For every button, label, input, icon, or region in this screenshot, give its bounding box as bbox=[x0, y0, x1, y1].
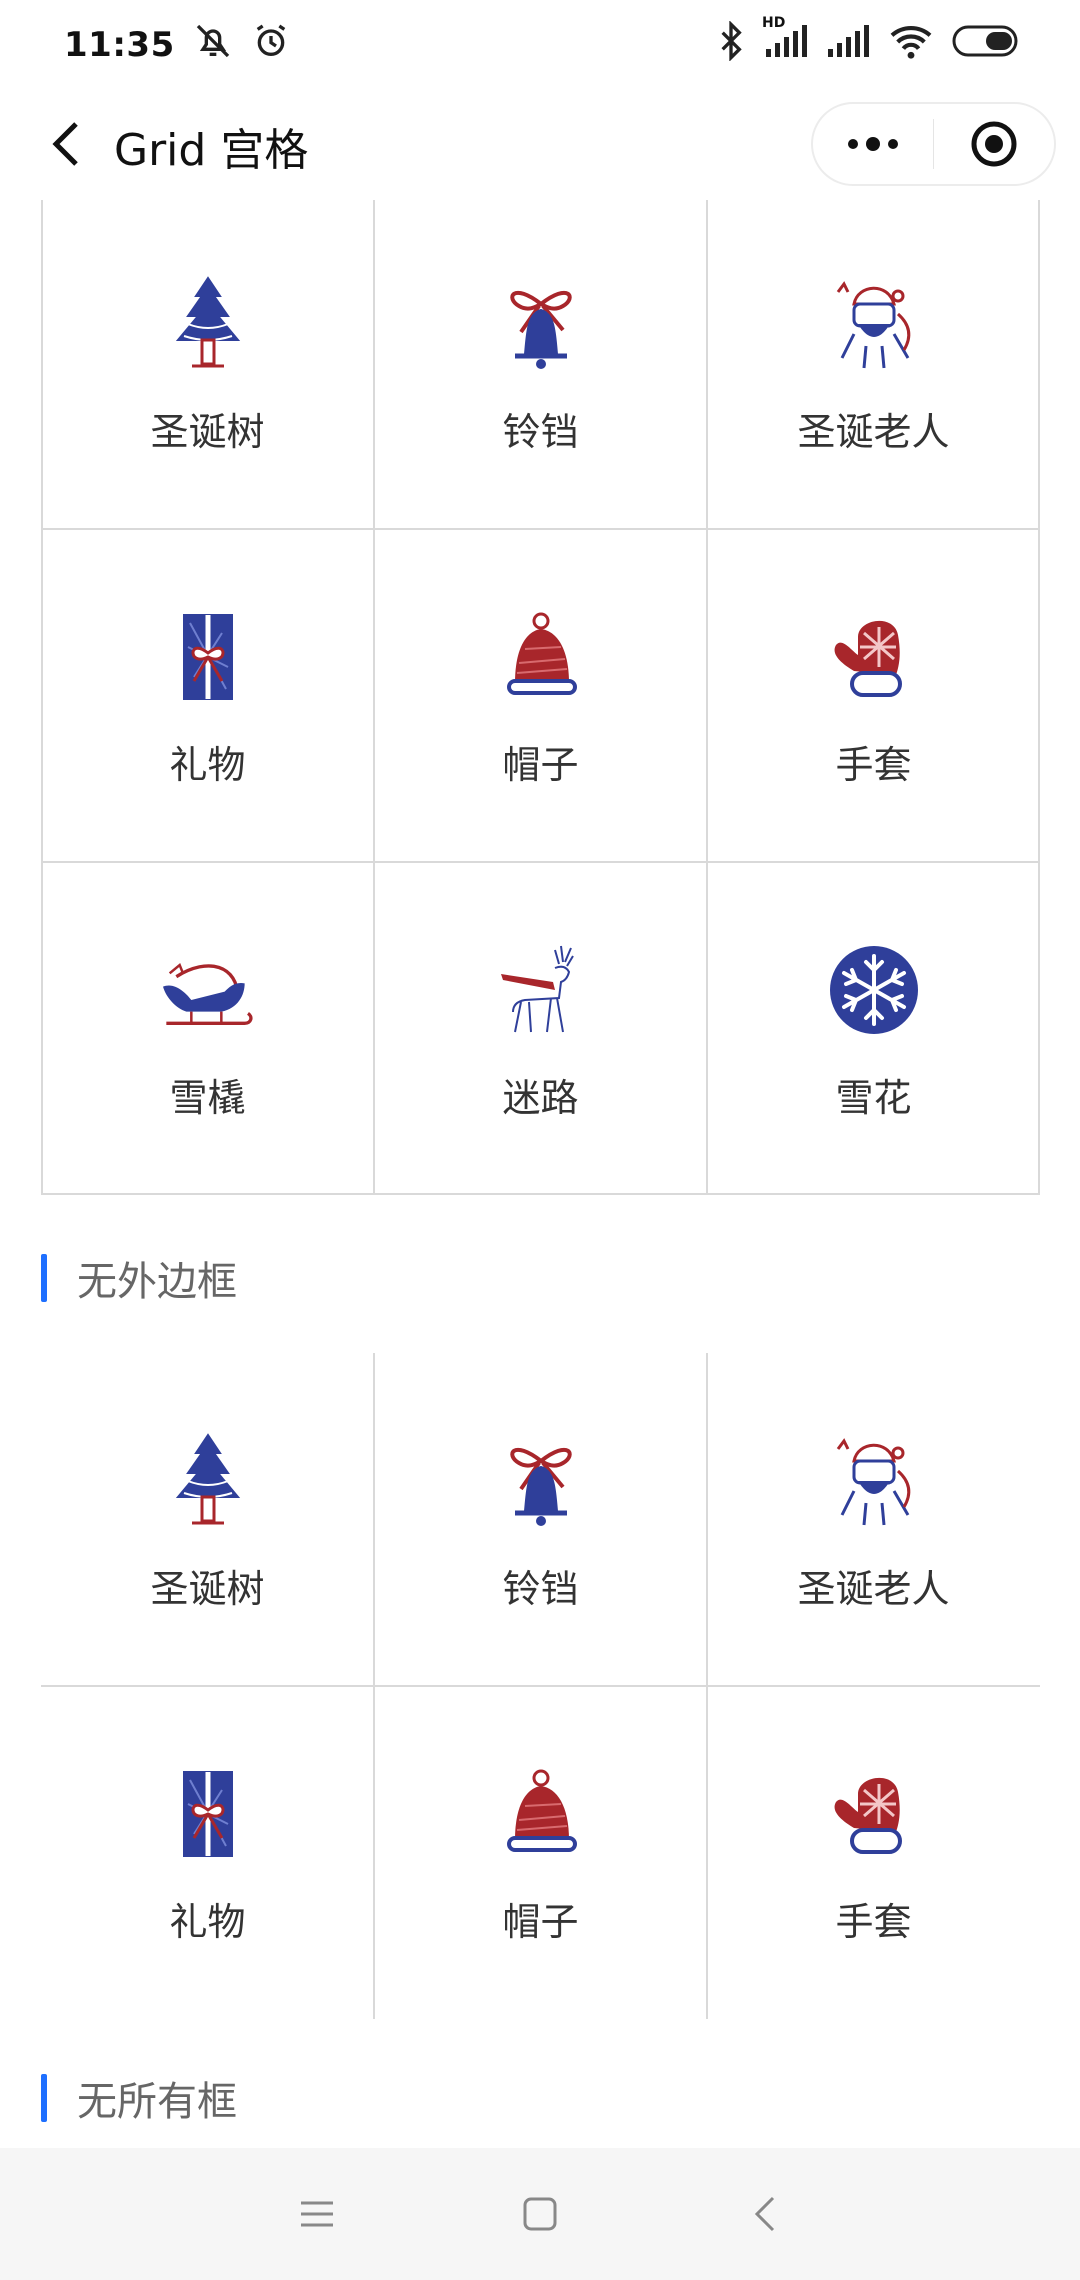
grid-item[interactable]: 帽子 bbox=[374, 529, 707, 862]
grid-item-label: 圣诞老人 bbox=[797, 1567, 950, 1611]
christmas-tree-icon bbox=[158, 274, 258, 374]
alarm-icon bbox=[251, 21, 291, 70]
grid-item[interactable]: 帽子 bbox=[374, 1686, 707, 2019]
home-square-icon bbox=[523, 2197, 557, 2231]
grid-item[interactable]: 铃铛 bbox=[374, 1353, 707, 1686]
snowflake-icon bbox=[824, 940, 924, 1040]
chevron-left-icon bbox=[754, 2196, 775, 2232]
record-circle-icon bbox=[971, 121, 1017, 167]
grid-bordered: 圣诞树 铃铛 圣诞老人 礼物 帽子 手套 雪橇 迷路 雪花 bbox=[41, 200, 1040, 1196]
status-bar: 11:35 HD bbox=[0, 0, 1080, 90]
grid-item-label: 圣诞树 bbox=[150, 1567, 265, 1611]
section-title-text: 无外边框 bbox=[77, 1259, 237, 1305]
section-accent-bar bbox=[41, 1254, 47, 1302]
recent-apps-button[interactable] bbox=[287, 2184, 347, 2244]
grid-item-label: 礼物 bbox=[169, 1900, 246, 1944]
grid-item-label: 雪橇 bbox=[169, 1076, 246, 1120]
santa-icon bbox=[824, 274, 924, 374]
section-title-no-outer-border: 无外边框 bbox=[41, 1253, 237, 1305]
grid-item-label: 手套 bbox=[835, 1900, 912, 1944]
miniprogram-capsule bbox=[811, 102, 1056, 186]
santa-icon bbox=[824, 1431, 924, 1531]
grid-item[interactable]: 礼物 bbox=[41, 529, 374, 862]
mitten-icon bbox=[824, 1764, 924, 1864]
network-label: HD bbox=[762, 14, 786, 31]
grid-item[interactable]: 圣诞老人 bbox=[707, 200, 1040, 529]
bell-icon bbox=[491, 274, 591, 374]
grid-item[interactable]: 铃铛 bbox=[374, 200, 707, 529]
grid-item-label: 圣诞老人 bbox=[797, 410, 950, 454]
mute-bell-icon bbox=[193, 21, 233, 70]
grid-item-label: 铃铛 bbox=[502, 1567, 579, 1611]
grid-item-label: 手套 bbox=[835, 743, 912, 787]
status-time: 11:35 bbox=[64, 25, 175, 65]
grid-item[interactable]: 礼物 bbox=[41, 1686, 374, 2019]
bluetooth-icon bbox=[716, 19, 746, 70]
mitten-icon bbox=[824, 607, 924, 707]
grid-item-label: 圣诞树 bbox=[150, 410, 265, 454]
system-nav-bar bbox=[0, 2148, 1080, 2280]
grid-item-label: 礼物 bbox=[169, 743, 246, 787]
grid-no-outer-border: 圣诞树 铃铛 圣诞老人 礼物 帽子 手套 bbox=[41, 1353, 1040, 2019]
section-accent-bar bbox=[41, 2074, 47, 2122]
wifi-icon bbox=[888, 22, 934, 69]
close-miniprogram-button[interactable] bbox=[934, 104, 1054, 184]
grid-item[interactable]: 雪橇 bbox=[41, 862, 374, 1195]
christmas-tree-icon bbox=[158, 1431, 258, 1531]
grid-item-label: 雪花 bbox=[835, 1076, 912, 1120]
home-button[interactable] bbox=[510, 2184, 570, 2244]
menu-lines-icon bbox=[301, 2201, 333, 2227]
hat-icon bbox=[491, 607, 591, 707]
gift-icon bbox=[158, 607, 258, 707]
hat-icon bbox=[491, 1764, 591, 1864]
bell-icon bbox=[491, 1431, 591, 1531]
grid-item[interactable]: 雪花 bbox=[707, 862, 1040, 1195]
page-title: Grid 宫格 bbox=[114, 125, 309, 176]
grid-item[interactable]: 迷路 bbox=[374, 862, 707, 1195]
sleigh-icon bbox=[158, 940, 258, 1040]
grid-item[interactable]: 圣诞树 bbox=[41, 200, 374, 529]
grid-item[interactable]: 手套 bbox=[707, 1686, 1040, 2019]
grid-item[interactable]: 圣诞树 bbox=[41, 1353, 374, 1686]
reindeer-icon bbox=[491, 940, 591, 1040]
nav-bar: Grid 宫格 bbox=[0, 90, 1080, 200]
grid-item-label: 帽子 bbox=[502, 1900, 579, 1944]
more-button[interactable] bbox=[813, 104, 933, 184]
section-title-no-border: 无所有框 bbox=[41, 2073, 237, 2125]
chevron-left-icon bbox=[52, 122, 78, 166]
grid-item[interactable]: 圣诞老人 bbox=[707, 1353, 1040, 1686]
page-content: 圣诞树 铃铛 圣诞老人 礼物 帽子 手套 雪橇 迷路 雪花 无外边框 圣诞树 铃… bbox=[0, 200, 1080, 2148]
grid-item-label: 铃铛 bbox=[502, 410, 579, 454]
grid-item-label: 迷路 bbox=[502, 1076, 579, 1120]
more-dots-icon bbox=[847, 137, 898, 151]
battery-icon bbox=[952, 24, 1022, 67]
signal-hd-icon: HD bbox=[762, 15, 808, 68]
gift-icon bbox=[158, 1764, 258, 1864]
grid-item-label: 帽子 bbox=[502, 743, 579, 787]
grid-item[interactable]: 手套 bbox=[707, 529, 1040, 862]
section-title-text: 无所有框 bbox=[77, 2079, 237, 2125]
back-button[interactable] bbox=[34, 112, 98, 176]
signal-icon bbox=[826, 23, 870, 68]
system-back-button[interactable] bbox=[735, 2184, 795, 2244]
